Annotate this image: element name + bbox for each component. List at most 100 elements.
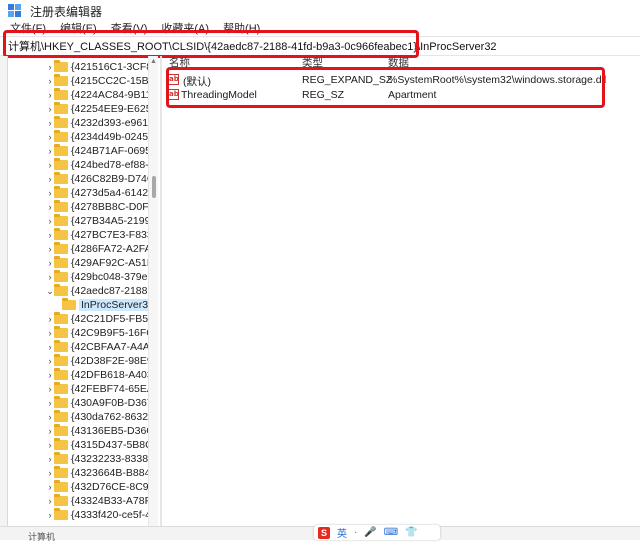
chevron-right-icon[interactable]: › bbox=[46, 468, 54, 478]
tree-item[interactable]: › {4224AC84-9B11-3 bbox=[46, 88, 148, 102]
chevron-right-icon[interactable]: › bbox=[46, 104, 54, 114]
chevron-right-icon[interactable]: › bbox=[46, 328, 54, 338]
header-type[interactable]: 类型 bbox=[302, 57, 323, 69]
chevron-right-icon[interactable]: › bbox=[46, 174, 54, 184]
value-row[interactable]: ab (默认) REG_EXPAND_SZ %SystemRoot%\syste… bbox=[163, 72, 640, 88]
folder-icon bbox=[54, 88, 68, 100]
menu-favorites[interactable]: 收藏夹(A) bbox=[161, 22, 209, 36]
folder-icon bbox=[54, 396, 68, 408]
chevron-right-icon[interactable]: › bbox=[46, 440, 54, 450]
header-data[interactable]: 数据 bbox=[388, 57, 409, 69]
tree-item[interactable]: › {4215CC2C-15B5-4 bbox=[46, 74, 148, 88]
tree-item-label: {43232233-8338-4( bbox=[71, 453, 148, 465]
address-path[interactable]: 计算机\HKEY_CLASSES_ROOT\CLSID\{42aedc87-21… bbox=[8, 39, 497, 55]
chevron-right-icon[interactable]: › bbox=[46, 272, 54, 282]
scroll-up-icon[interactable]: ▲ bbox=[150, 58, 157, 65]
folder-icon bbox=[54, 144, 68, 156]
tree-item[interactable]: › {421516C1-3CF8-1 bbox=[46, 60, 148, 74]
folder-icon bbox=[54, 60, 68, 72]
tree-item[interactable]: › {43136EB5-D36C-1 bbox=[46, 424, 148, 438]
menu-help[interactable]: 帮助(H) bbox=[223, 22, 260, 36]
tree-item[interactable]: › {42254EE9-E625-4( bbox=[46, 102, 148, 116]
tree-item[interactable]: › {4273d5a4-6142-4 bbox=[46, 186, 148, 200]
tree-item[interactable]: › {43232233-8338-4( bbox=[46, 452, 148, 466]
chevron-right-icon[interactable]: › bbox=[46, 384, 54, 394]
tree-item[interactable]: › {426C82B9-D74C-4 bbox=[46, 172, 148, 186]
header-name[interactable]: 名称 bbox=[169, 57, 190, 69]
tree-item-selected[interactable]: InProcServer32 bbox=[62, 298, 148, 312]
folder-icon bbox=[54, 326, 68, 338]
chevron-right-icon[interactable]: › bbox=[46, 496, 54, 506]
chevron-right-icon[interactable]: › bbox=[46, 258, 54, 268]
chevron-right-icon[interactable]: › bbox=[46, 370, 54, 380]
chevron-right-icon[interactable]: › bbox=[46, 202, 54, 212]
chevron-right-icon[interactable]: › bbox=[46, 188, 54, 198]
tree-item[interactable]: › {424bed78-ef88-4E bbox=[46, 158, 148, 172]
chevron-right-icon[interactable]: › bbox=[46, 454, 54, 464]
menu-file[interactable]: 文件(F) bbox=[10, 22, 46, 36]
tree-item[interactable]: › {427B34A5-2199-4 bbox=[46, 214, 148, 228]
tree-item[interactable]: › {42FEBF74-65EA-4E bbox=[46, 382, 148, 396]
chevron-right-icon[interactable]: › bbox=[46, 118, 54, 128]
folder-icon bbox=[54, 438, 68, 450]
chevron-right-icon[interactable]: › bbox=[46, 132, 54, 142]
chevron-right-icon[interactable]: › bbox=[46, 76, 54, 86]
tree-item[interactable]: › {42CBFAA7-A4A7-4 bbox=[46, 340, 148, 354]
tree-item[interactable]: › {4234d49b-0245-4 bbox=[46, 130, 148, 144]
regedit-app-icon bbox=[8, 4, 22, 18]
tree-item[interactable]: › {430A9F0B-D367-4 bbox=[46, 396, 148, 410]
ime-toolbar[interactable]: S 英 · 🎤 ⌨ 👕 bbox=[314, 525, 440, 540]
menu-view[interactable]: 查看(V) bbox=[111, 22, 148, 36]
microphone-icon[interactable]: 🎤 bbox=[364, 527, 376, 538]
chevron-right-icon[interactable]: › bbox=[46, 230, 54, 240]
tree-item[interactable]: › {429bc048-379e-4 bbox=[46, 270, 148, 284]
chevron-right-icon[interactable]: › bbox=[46, 342, 54, 352]
value-row[interactable]: ab ThreadingModel REG_SZ Apartment bbox=[163, 87, 640, 103]
sogou-icon[interactable]: S bbox=[318, 526, 330, 539]
chevron-right-icon[interactable]: › bbox=[46, 160, 54, 170]
tree-item[interactable]: › {432D76CE-8C9E-4 bbox=[46, 480, 148, 494]
tree-item[interactable]: › {4286FA72-A2FA-3 bbox=[46, 242, 148, 256]
chevron-right-icon[interactable]: › bbox=[46, 426, 54, 436]
tree-item[interactable]: › {42DFB618-A403-4 bbox=[46, 368, 148, 382]
chevron-right-icon[interactable]: › bbox=[46, 356, 54, 366]
menu-edit[interactable]: 编辑(E) bbox=[60, 22, 97, 36]
chevron-right-icon[interactable]: › bbox=[46, 90, 54, 100]
tree-item[interactable]: › {4278BB8C-D0FC-4 bbox=[46, 200, 148, 214]
tree-item[interactable]: › {42C21DF5-FB58-4 bbox=[46, 312, 148, 326]
tree-item[interactable]: › {4333f420-ce5f-49 bbox=[46, 508, 148, 522]
tree-item[interactable]: › {4232d393-e961-4 bbox=[46, 116, 148, 130]
chevron-right-icon[interactable]: › bbox=[46, 216, 54, 226]
tree-item[interactable]: › {430da762-8632-4 bbox=[46, 410, 148, 424]
tree-item[interactable]: › {429AF92C-A51F-1 bbox=[46, 256, 148, 270]
tree-item[interactable]: › {42D38F2E-98E9-4 bbox=[46, 354, 148, 368]
tree-item[interactable]: › {42C9B9F5-16FC-4 bbox=[46, 326, 148, 340]
folder-icon bbox=[54, 284, 68, 296]
pane-splitter[interactable] bbox=[160, 56, 162, 540]
folder-icon bbox=[54, 410, 68, 422]
keyboard-icon[interactable]: ⌨ bbox=[384, 527, 398, 538]
ime-lang-toggle[interactable]: 英 bbox=[337, 525, 347, 540]
ime-punctuation[interactable]: · bbox=[354, 527, 357, 538]
skin-icon[interactable]: 👕 bbox=[405, 527, 417, 538]
key-tree[interactable]: › {421516C1-3CF8-1 › {4215CC2C-15B5-4 › {4224… bbox=[8, 56, 148, 526]
tree-item[interactable]: › {4315D437-5B8C-1 bbox=[46, 438, 148, 452]
chevron-right-icon[interactable]: › bbox=[46, 398, 54, 408]
chevron-right-icon[interactable]: › bbox=[46, 510, 54, 520]
tree-scrollbar[interactable]: ▲ bbox=[148, 56, 158, 526]
chevron-right-icon[interactable]: › bbox=[46, 62, 54, 72]
address-bar[interactable]: 计算机\HKEY_CLASSES_ROOT\CLSID\{42aedc87-21… bbox=[0, 36, 640, 56]
chevron-right-icon[interactable]: › bbox=[46, 146, 54, 156]
chevron-right-icon[interactable]: › bbox=[46, 482, 54, 492]
scrollbar-thumb[interactable] bbox=[152, 176, 156, 198]
tree-item[interactable]: ⌄ {42aedc87-2188-4 bbox=[46, 284, 148, 298]
tree-item[interactable]: › {43324B33-A78F-4 bbox=[46, 494, 148, 508]
chevron-right-icon[interactable]: › bbox=[46, 314, 54, 324]
value-list-header: 名称 类型 数据 bbox=[163, 57, 640, 69]
tree-item[interactable]: › {4323664B-B884-4 bbox=[46, 466, 148, 480]
tree-item[interactable]: › {427BC7E3-F833-4 bbox=[46, 228, 148, 242]
tree-item[interactable]: › {424B71AF-0695-1 bbox=[46, 144, 148, 158]
chevron-right-icon[interactable]: › bbox=[46, 412, 54, 422]
chevron-down-icon[interactable]: ⌄ bbox=[46, 286, 54, 297]
chevron-right-icon[interactable]: › bbox=[46, 244, 54, 254]
